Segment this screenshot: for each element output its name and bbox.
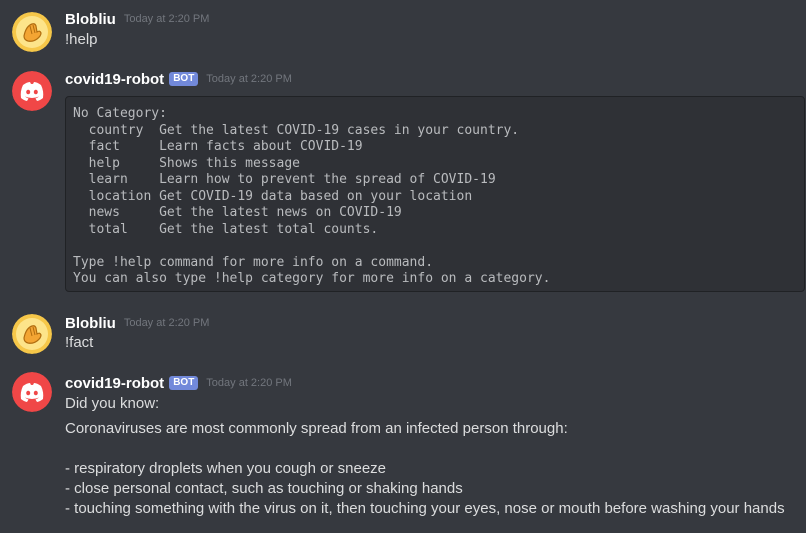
message-line: - close personal contact, such as touchi… (65, 480, 463, 497)
message-line: Coronaviruses are most commonly spread f… (65, 420, 568, 437)
message-line: - respiratory droplets when you cough or… (65, 460, 387, 477)
message-header: Blobliu Today at 2:20 PM (65, 312, 209, 334)
username[interactable]: covid19-robot (65, 71, 164, 88)
message-header: Blobliu Today at 2:20 PM (65, 8, 209, 30)
timestamp[interactable]: Today at 2:20 PM (124, 13, 210, 25)
timestamp[interactable]: Today at 2:20 PM (124, 317, 210, 329)
username[interactable]: Blobliu (65, 11, 116, 28)
bot-avatar[interactable] (12, 372, 52, 412)
discord-logo-icon (12, 372, 52, 412)
message-header: covid19-robot BOT Today at 2:20 PM (65, 68, 292, 90)
waving-hand-blob-icon (12, 314, 52, 354)
username[interactable]: covid19-robot (65, 375, 164, 392)
user-avatar[interactable] (12, 314, 52, 354)
message-line: - touching something with the virus on i… (65, 500, 785, 517)
discord-logo-icon (12, 71, 52, 111)
bot-badge: BOT (169, 376, 199, 390)
bot-badge: BOT (169, 72, 199, 86)
message-content: !help (65, 31, 98, 48)
timestamp[interactable]: Today at 2:20 PM (206, 73, 292, 85)
message-line: Did you know: (65, 395, 160, 412)
code-block: No Category: country Get the latest COVI… (65, 96, 805, 292)
message-header: covid19-robot BOT Today at 2:20 PM (65, 372, 292, 394)
waving-hand-blob-icon (12, 12, 52, 52)
message-content: !fact (65, 334, 94, 351)
username[interactable]: Blobliu (65, 315, 116, 332)
bot-avatar[interactable] (12, 71, 52, 111)
timestamp[interactable]: Today at 2:20 PM (206, 377, 292, 389)
user-avatar[interactable] (12, 12, 52, 52)
